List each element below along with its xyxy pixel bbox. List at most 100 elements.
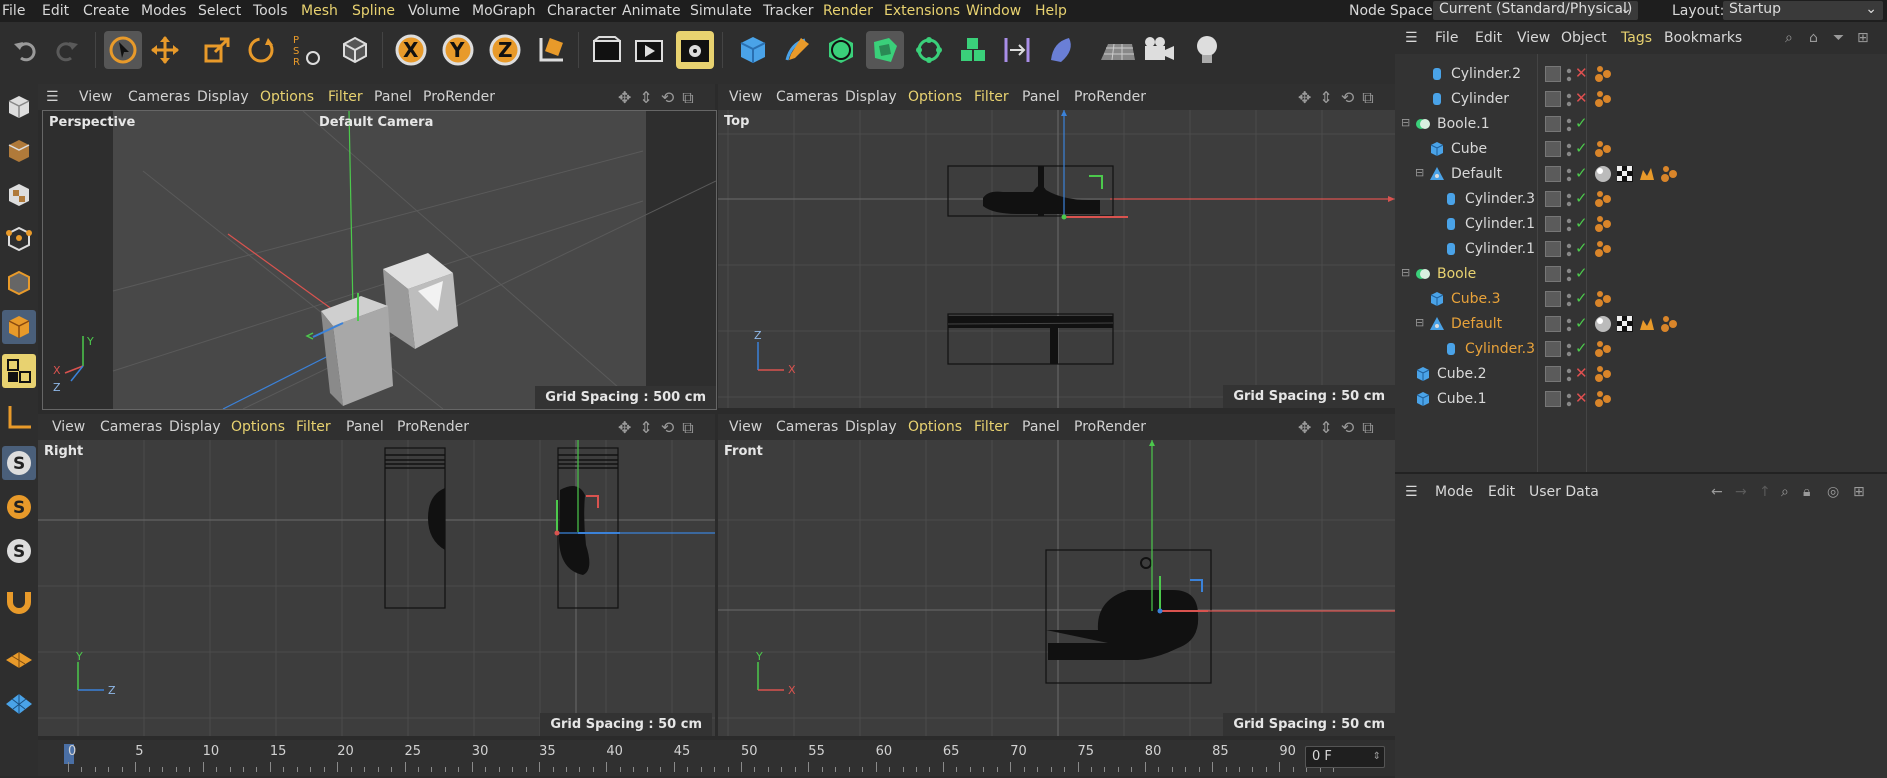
visibility-dots-icon[interactable] <box>1566 190 1572 210</box>
forward-arrow-icon[interactable]: → <box>1735 484 1747 500</box>
panel-menu[interactable]: Panel <box>1022 89 1060 105</box>
object-mode-icon[interactable] <box>336 31 374 69</box>
phong-tag-icon[interactable] <box>1593 239 1613 259</box>
checker-tag-icon[interactable] <box>1615 314 1635 334</box>
zoom-icon[interactable]: ⇕ <box>1319 418 1332 438</box>
layer-color-swatch[interactable] <box>1545 366 1561 382</box>
target-icon[interactable]: ◎ <box>1827 484 1839 500</box>
om-file-menu[interactable]: File <box>1435 30 1458 46</box>
visibility-dots-icon[interactable] <box>1566 240 1572 260</box>
menu-tracker[interactable]: Tracker <box>763 3 814 19</box>
enabled-check-icon[interactable]: ✓ <box>1575 139 1588 157</box>
pose-tag-icon[interactable] <box>1637 314 1657 334</box>
display-menu[interactable]: Display <box>845 89 897 105</box>
object-row[interactable]: ⊟ Default ✓ <box>1395 162 1887 187</box>
layer-color-swatch[interactable] <box>1545 216 1561 232</box>
disabled-x-icon[interactable]: ✕ <box>1575 64 1588 82</box>
om-view-menu[interactable]: View <box>1517 30 1550 46</box>
x-axis-icon[interactable]: X <box>392 31 430 69</box>
visibility-dots-icon[interactable] <box>1566 290 1572 310</box>
view-menu[interactable]: View <box>729 89 762 105</box>
display-menu[interactable]: Display <box>845 419 897 435</box>
maximize-icon[interactable]: ⧉ <box>682 88 693 108</box>
new-window-icon[interactable]: ⊞ <box>1853 484 1865 500</box>
object-row[interactable]: ⊟ Boole ✓ <box>1395 262 1887 287</box>
enabled-check-icon[interactable]: ✓ <box>1575 114 1588 132</box>
object-name[interactable]: Default <box>1451 316 1502 332</box>
points-mode-icon[interactable] <box>2 222 36 256</box>
menu-mesh[interactable]: Mesh <box>301 3 338 19</box>
filter-menu[interactable]: Filter <box>974 419 1009 435</box>
enabled-check-icon[interactable]: ✓ <box>1575 214 1588 232</box>
phong-tag-icon[interactable] <box>1593 214 1613 234</box>
zoom-icon[interactable]: ⇕ <box>639 418 652 438</box>
layer-color-swatch[interactable] <box>1545 266 1561 282</box>
visibility-dots-icon[interactable] <box>1566 340 1572 360</box>
view-menu[interactable]: View <box>52 419 85 435</box>
enabled-check-icon[interactable]: ✓ <box>1575 239 1588 257</box>
right-viewport[interactable]: Y Z Right Grid Spacing : 50 cm <box>38 440 715 736</box>
object-row[interactable]: ⊟ Default ✓ <box>1395 312 1887 337</box>
enabled-check-icon[interactable]: ✓ <box>1575 289 1588 307</box>
hamburger-icon[interactable]: ☰ <box>1405 30 1418 46</box>
object-name[interactable]: Boole <box>1437 266 1476 282</box>
om-edit-menu[interactable]: Edit <box>1475 30 1502 46</box>
material-tag-icon[interactable] <box>1593 164 1613 184</box>
object-name[interactable]: Cylinder.2 <box>1451 66 1521 82</box>
soft-selection-icon[interactable]: S <box>2 490 36 524</box>
layer-color-swatch[interactable] <box>1545 91 1561 107</box>
hamburger-icon[interactable]: ☰ <box>1405 484 1418 500</box>
object-name[interactable]: Cylinder.1 <box>1465 241 1535 257</box>
enabled-check-icon[interactable]: ✓ <box>1575 164 1588 182</box>
object-name[interactable]: Cube <box>1451 141 1487 157</box>
phong-tag-icon[interactable] <box>1659 314 1679 334</box>
polygons-mode-icon[interactable] <box>2 310 36 344</box>
visibility-dots-icon[interactable] <box>1566 390 1572 410</box>
orbit-icon[interactable]: ⟲ <box>1341 88 1354 108</box>
snap-icon[interactable]: S <box>2 446 36 480</box>
panel-menu[interactable]: Panel <box>346 419 384 435</box>
grid-snap-icon[interactable] <box>2 684 36 718</box>
menu-help[interactable]: Help <box>1035 3 1067 19</box>
field-icon[interactable] <box>1042 31 1080 69</box>
orbit-icon[interactable]: ⟲ <box>1341 418 1354 438</box>
pan-icon[interactable]: ✥ <box>618 418 631 438</box>
object-row[interactable]: Cylinder.2 ✕ <box>1395 62 1887 87</box>
filter-menu[interactable]: Filter <box>296 419 331 435</box>
menu-select[interactable]: Select <box>198 3 241 19</box>
filter-menu[interactable]: Filter <box>328 89 363 105</box>
uv-mode-icon[interactable] <box>2 354 36 388</box>
am-edit-menu[interactable]: Edit <box>1488 484 1515 500</box>
layer-color-swatch[interactable] <box>1545 291 1561 307</box>
model-mode-icon[interactable] <box>2 134 36 168</box>
visibility-dots-icon[interactable] <box>1566 65 1572 85</box>
cameras-menu[interactable]: Cameras <box>100 419 162 435</box>
visibility-dots-icon[interactable] <box>1566 140 1572 160</box>
phong-tag-icon[interactable] <box>1659 164 1679 184</box>
layer-color-swatch[interactable] <box>1545 391 1561 407</box>
render-view-icon[interactable] <box>630 31 668 69</box>
collapse-toggle-icon[interactable]: ⊟ <box>1415 316 1424 329</box>
visibility-dots-icon[interactable] <box>1566 90 1572 110</box>
redo-icon[interactable] <box>48 31 86 69</box>
menu-character[interactable]: Character <box>547 3 616 19</box>
object-row[interactable]: Cube ✓ <box>1395 137 1887 162</box>
stepper-icon[interactable]: ⇕ <box>1373 747 1381 767</box>
visibility-dots-icon[interactable] <box>1566 215 1572 235</box>
display-menu[interactable]: Display <box>197 89 249 105</box>
layer-color-swatch[interactable] <box>1545 141 1561 157</box>
object-row[interactable]: ⊟ Boole.1 ✓ <box>1395 112 1887 137</box>
light-icon[interactable] <box>1188 31 1226 69</box>
zoom-icon[interactable]: ⇕ <box>639 88 652 108</box>
filter-menu[interactable]: Filter <box>974 89 1009 105</box>
maximize-icon[interactable]: ⧉ <box>1362 88 1373 108</box>
object-row[interactable]: Cylinder ✕ <box>1395 87 1887 112</box>
menu-mograph[interactable]: MoGraph <box>472 3 536 19</box>
rotate-icon[interactable] <box>242 31 280 69</box>
object-name[interactable]: Default <box>1451 166 1502 182</box>
maximize-icon[interactable]: ⧉ <box>1362 418 1373 438</box>
prorender-menu[interactable]: ProRender <box>1074 419 1146 435</box>
phong-tag-icon[interactable] <box>1593 339 1613 359</box>
search-icon[interactable]: ⌕ <box>1781 484 1789 500</box>
home-icon[interactable]: ⌂ <box>1809 30 1818 46</box>
